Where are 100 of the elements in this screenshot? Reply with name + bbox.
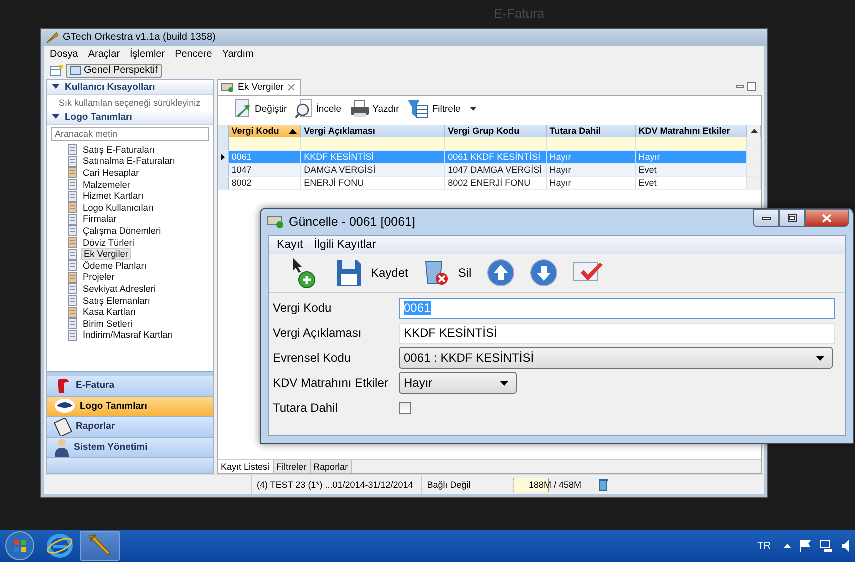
table-cell: KKDF KESİNTİSİ bbox=[300, 150, 445, 164]
navigation-button[interactable]: E-Fatura bbox=[47, 376, 213, 396]
tree-item[interactable]: Ek Vergiler bbox=[81, 248, 132, 260]
perspective-button[interactable]: Genel Perspektif bbox=[66, 64, 162, 78]
column-header[interactable]: Tutara Dahil bbox=[546, 125, 636, 137]
menu-item[interactable]: Kayıt bbox=[277, 239, 304, 251]
text-field[interactable]: KKDF KESİNTİSİ bbox=[399, 322, 835, 344]
checkbox[interactable] bbox=[399, 402, 411, 414]
menu-item[interactable]: Yardım bbox=[222, 48, 254, 60]
toolbar-button[interactable]: İncele bbox=[293, 98, 344, 120]
arrow-down-icon bbox=[530, 259, 558, 287]
dropdown[interactable]: 0061 : KKDF KESİNTİSİ bbox=[399, 347, 833, 369]
view-tab[interactable]: Ek Vergiler bbox=[217, 79, 301, 95]
hint-text: Sık kullanılan seçeneği sürükleyiniz bbox=[58, 96, 202, 110]
sort-ascending-icon bbox=[289, 128, 298, 134]
perspective-icon[interactable] bbox=[50, 64, 63, 76]
tree-item[interactable]: Satınalma E-Faturaları bbox=[81, 156, 178, 166]
menu-item[interactable]: Dosya bbox=[50, 48, 78, 60]
filter-cell[interactable] bbox=[228, 137, 301, 150]
table-cell: DAMGA VERGİSİ bbox=[300, 164, 445, 176]
speaker-icon[interactable] bbox=[842, 540, 851, 552]
section-header[interactable]: Logo Tanımları bbox=[47, 110, 213, 125]
document-icon bbox=[67, 179, 78, 190]
search-field[interactable]: Aranacak metin bbox=[51, 127, 209, 141]
trash-icon[interactable] bbox=[599, 478, 608, 490]
minimize-icon[interactable] bbox=[736, 82, 744, 90]
table-cell: Hayır bbox=[546, 150, 636, 164]
tree-item[interactable]: Satış E-Faturaları bbox=[81, 144, 157, 155]
document-icon bbox=[67, 214, 78, 225]
current-row-icon bbox=[221, 154, 225, 160]
filter-cell[interactable] bbox=[546, 137, 636, 150]
company-period-status: (4) TEST 23 (1*) ...01/2014-31/12/2014 bbox=[251, 475, 422, 494]
column-header[interactable]: Vergi Açıklaması bbox=[300, 125, 445, 137]
menu-item[interactable]: Pencere bbox=[175, 48, 212, 60]
bottom-tab[interactable]: Filtreler bbox=[274, 460, 311, 473]
toolbar-button[interactable]: Kaydet bbox=[332, 256, 412, 290]
table-cell: Hayır bbox=[635, 150, 746, 164]
menu-item[interactable]: İşlemler bbox=[130, 48, 166, 60]
section-title: Kullanıcı Kısayolları bbox=[65, 82, 156, 92]
document-icon bbox=[67, 190, 78, 202]
minimize-button[interactable] bbox=[753, 209, 779, 227]
column-header[interactable]: Vergi Kodu bbox=[228, 125, 301, 137]
splitter-handle[interactable] bbox=[47, 371, 213, 376]
column-header[interactable]: KDV Matrahını Etkiler bbox=[635, 125, 746, 137]
toolbar-button[interactable]: Filtrele bbox=[405, 98, 479, 120]
tree-item[interactable]: Ödeme Planları bbox=[81, 260, 149, 271]
navigation-button[interactable]: Sistem Yönetimi bbox=[47, 438, 213, 458]
language-indicator[interactable]: TR bbox=[758, 540, 771, 552]
dropdown[interactable]: Hayır bbox=[399, 372, 517, 394]
tree-item[interactable]: Logo Kullanıcıları bbox=[81, 202, 156, 213]
flag-icon[interactable] bbox=[800, 540, 811, 552]
network-icon[interactable] bbox=[820, 540, 833, 552]
section-header[interactable]: Kullanıcı Kısayolları bbox=[47, 80, 213, 95]
toolbar-button[interactable]: Sil bbox=[419, 256, 476, 290]
restore-button[interactable] bbox=[779, 209, 805, 227]
menu-item[interactable]: İlgili Kayıtlar bbox=[314, 239, 376, 251]
show-hidden-icons-icon[interactable] bbox=[784, 544, 791, 548]
tree-item[interactable]: Döviz Türleri bbox=[81, 238, 136, 248]
toolbar-button[interactable]: Değiştir bbox=[232, 98, 290, 120]
dialog-title: Güncelle - 0061 [0061] bbox=[289, 215, 416, 229]
table-row[interactable]: 8002 ENERJİ FONU 8002 ENERJİ FONU Hayır Evet bbox=[218, 176, 760, 190]
maximize-icon[interactable] bbox=[747, 82, 756, 91]
tree-item[interactable]: Sevkiyat Adresleri bbox=[81, 284, 158, 294]
table-row[interactable]: 1047 DAMGA VERGİSİ 1047 DAMGA VERGİSİ Hayır Evet bbox=[218, 164, 760, 176]
tree-item[interactable]: Malzemeler bbox=[81, 180, 132, 190]
filter-cell[interactable] bbox=[635, 137, 746, 150]
caret-icon[interactable] bbox=[470, 107, 477, 111]
clipboard-icon bbox=[54, 418, 72, 436]
scroll-up-icon[interactable] bbox=[750, 129, 758, 133]
caret-icon bbox=[500, 380, 509, 386]
close-button[interactable] bbox=[805, 209, 849, 227]
taskbar-app-button[interactable] bbox=[80, 531, 120, 561]
toolbar-button[interactable]: Yazdır bbox=[348, 98, 402, 120]
table-cell: 8002 bbox=[228, 176, 301, 190]
filter-cell[interactable] bbox=[300, 137, 445, 150]
filter-cell[interactable] bbox=[444, 137, 546, 150]
tree-item[interactable]: Çalışma Dönemleri bbox=[81, 226, 164, 236]
bottom-tab[interactable]: Raporlar bbox=[310, 460, 352, 473]
table-cell: Evet bbox=[635, 164, 746, 176]
tree-item[interactable]: Hizmet Kartları bbox=[81, 191, 146, 202]
navigation-button[interactable]: Logo Tanımları bbox=[47, 396, 213, 417]
bottom-tab[interactable]: Kayıt Listesi bbox=[218, 460, 274, 473]
window-title: GTech Orkestra v1.1a (build 1358) bbox=[63, 32, 216, 43]
menu-item[interactable]: Araçlar bbox=[88, 48, 120, 60]
tree-item[interactable]: Kasa Kartları bbox=[81, 307, 138, 318]
document-icon bbox=[67, 156, 78, 167]
section-title: Logo Tanımları bbox=[65, 112, 132, 122]
tree-item[interactable]: İndirim/Masraf Kartları bbox=[81, 330, 176, 340]
tree-item[interactable]: Satış Elemanları bbox=[81, 296, 152, 306]
person-icon bbox=[54, 438, 70, 457]
tree-item[interactable]: Cari Hesaplar bbox=[81, 168, 142, 178]
tree-item[interactable]: Firmalar bbox=[81, 214, 119, 224]
tree-item[interactable]: Birim Setleri bbox=[81, 318, 135, 329]
tree-item[interactable]: Projeler bbox=[81, 272, 117, 282]
navigation-button[interactable]: Raporlar bbox=[47, 417, 213, 438]
close-icon[interactable] bbox=[288, 84, 295, 91]
printer-icon bbox=[350, 100, 370, 118]
table-cell: Hayır bbox=[546, 176, 636, 190]
magnifier-icon bbox=[295, 99, 314, 119]
column-header[interactable]: Vergi Grup Kodu bbox=[444, 125, 546, 137]
